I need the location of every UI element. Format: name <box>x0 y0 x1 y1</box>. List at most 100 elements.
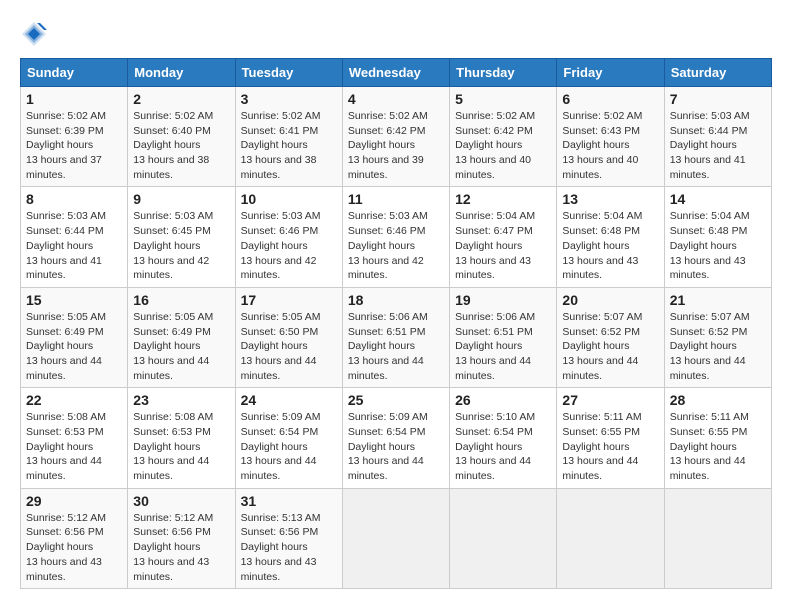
calendar-cell: 12 Sunrise: 5:04 AM Sunset: 6:47 PM Dayl… <box>450 187 557 287</box>
calendar-cell: 13 Sunrise: 5:04 AM Sunset: 6:48 PM Dayl… <box>557 187 664 287</box>
calendar-header-tuesday: Tuesday <box>235 59 342 87</box>
day-number: 7 <box>670 91 766 107</box>
day-info: Sunrise: 5:13 AM Sunset: 6:56 PM Dayligh… <box>241 511 337 584</box>
logo <box>20 20 52 48</box>
calendar-cell: 17 Sunrise: 5:05 AM Sunset: 6:50 PM Dayl… <box>235 287 342 387</box>
day-info: Sunrise: 5:04 AM Sunset: 6:48 PM Dayligh… <box>670 209 766 282</box>
day-info: Sunrise: 5:03 AM Sunset: 6:44 PM Dayligh… <box>670 109 766 182</box>
day-info: Sunrise: 5:05 AM Sunset: 6:49 PM Dayligh… <box>26 310 122 383</box>
calendar-cell: 10 Sunrise: 5:03 AM Sunset: 6:46 PM Dayl… <box>235 187 342 287</box>
day-number: 24 <box>241 392 337 408</box>
calendar-cell: 24 Sunrise: 5:09 AM Sunset: 6:54 PM Dayl… <box>235 388 342 488</box>
calendar-cell: 9 Sunrise: 5:03 AM Sunset: 6:45 PM Dayli… <box>128 187 235 287</box>
page-header <box>20 20 772 48</box>
day-number: 6 <box>562 91 658 107</box>
calendar-cell: 1 Sunrise: 5:02 AM Sunset: 6:39 PM Dayli… <box>21 87 128 187</box>
day-info: Sunrise: 5:11 AM Sunset: 6:55 PM Dayligh… <box>562 410 658 483</box>
calendar-header-wednesday: Wednesday <box>342 59 449 87</box>
day-number: 17 <box>241 292 337 308</box>
calendar-cell: 11 Sunrise: 5:03 AM Sunset: 6:46 PM Dayl… <box>342 187 449 287</box>
day-number: 31 <box>241 493 337 509</box>
day-number: 9 <box>133 191 229 207</box>
day-info: Sunrise: 5:11 AM Sunset: 6:55 PM Dayligh… <box>670 410 766 483</box>
day-info: Sunrise: 5:03 AM Sunset: 6:46 PM Dayligh… <box>241 209 337 282</box>
day-number: 21 <box>670 292 766 308</box>
day-info: Sunrise: 5:02 AM Sunset: 6:40 PM Dayligh… <box>133 109 229 182</box>
calendar-header-row: SundayMondayTuesdayWednesdayThursdayFrid… <box>21 59 772 87</box>
calendar-week-row: 1 Sunrise: 5:02 AM Sunset: 6:39 PM Dayli… <box>21 87 772 187</box>
calendar-week-row: 8 Sunrise: 5:03 AM Sunset: 6:44 PM Dayli… <box>21 187 772 287</box>
calendar-week-row: 15 Sunrise: 5:05 AM Sunset: 6:49 PM Dayl… <box>21 287 772 387</box>
calendar-cell: 18 Sunrise: 5:06 AM Sunset: 6:51 PM Dayl… <box>342 287 449 387</box>
calendar-header-friday: Friday <box>557 59 664 87</box>
calendar-cell: 14 Sunrise: 5:04 AM Sunset: 6:48 PM Dayl… <box>664 187 771 287</box>
day-info: Sunrise: 5:09 AM Sunset: 6:54 PM Dayligh… <box>348 410 444 483</box>
day-number: 3 <box>241 91 337 107</box>
day-number: 15 <box>26 292 122 308</box>
calendar-cell: 26 Sunrise: 5:10 AM Sunset: 6:54 PM Dayl… <box>450 388 557 488</box>
calendar-cell <box>342 488 449 588</box>
day-number: 14 <box>670 191 766 207</box>
day-info: Sunrise: 5:04 AM Sunset: 6:48 PM Dayligh… <box>562 209 658 282</box>
calendar-cell <box>557 488 664 588</box>
calendar-cell: 20 Sunrise: 5:07 AM Sunset: 6:52 PM Dayl… <box>557 287 664 387</box>
day-number: 25 <box>348 392 444 408</box>
calendar-cell: 30 Sunrise: 5:12 AM Sunset: 6:56 PM Dayl… <box>128 488 235 588</box>
day-number: 4 <box>348 91 444 107</box>
day-number: 18 <box>348 292 444 308</box>
calendar-cell: 25 Sunrise: 5:09 AM Sunset: 6:54 PM Dayl… <box>342 388 449 488</box>
day-info: Sunrise: 5:06 AM Sunset: 6:51 PM Dayligh… <box>348 310 444 383</box>
day-info: Sunrise: 5:12 AM Sunset: 6:56 PM Dayligh… <box>26 511 122 584</box>
calendar-week-row: 22 Sunrise: 5:08 AM Sunset: 6:53 PM Dayl… <box>21 388 772 488</box>
calendar-cell: 27 Sunrise: 5:11 AM Sunset: 6:55 PM Dayl… <box>557 388 664 488</box>
calendar-cell <box>450 488 557 588</box>
day-number: 29 <box>26 493 122 509</box>
calendar-cell: 15 Sunrise: 5:05 AM Sunset: 6:49 PM Dayl… <box>21 287 128 387</box>
calendar-cell: 2 Sunrise: 5:02 AM Sunset: 6:40 PM Dayli… <box>128 87 235 187</box>
calendar-table: SundayMondayTuesdayWednesdayThursdayFrid… <box>20 58 772 589</box>
calendar-cell: 28 Sunrise: 5:11 AM Sunset: 6:55 PM Dayl… <box>664 388 771 488</box>
calendar-cell <box>664 488 771 588</box>
calendar-cell: 19 Sunrise: 5:06 AM Sunset: 6:51 PM Dayl… <box>450 287 557 387</box>
day-number: 2 <box>133 91 229 107</box>
day-number: 19 <box>455 292 551 308</box>
calendar-cell: 21 Sunrise: 5:07 AM Sunset: 6:52 PM Dayl… <box>664 287 771 387</box>
calendar-cell: 8 Sunrise: 5:03 AM Sunset: 6:44 PM Dayli… <box>21 187 128 287</box>
day-number: 12 <box>455 191 551 207</box>
calendar-header-monday: Monday <box>128 59 235 87</box>
day-number: 30 <box>133 493 229 509</box>
day-info: Sunrise: 5:10 AM Sunset: 6:54 PM Dayligh… <box>455 410 551 483</box>
day-info: Sunrise: 5:07 AM Sunset: 6:52 PM Dayligh… <box>670 310 766 383</box>
calendar-cell: 3 Sunrise: 5:02 AM Sunset: 6:41 PM Dayli… <box>235 87 342 187</box>
day-number: 10 <box>241 191 337 207</box>
day-info: Sunrise: 5:09 AM Sunset: 6:54 PM Dayligh… <box>241 410 337 483</box>
day-info: Sunrise: 5:06 AM Sunset: 6:51 PM Dayligh… <box>455 310 551 383</box>
day-number: 23 <box>133 392 229 408</box>
calendar-cell: 29 Sunrise: 5:12 AM Sunset: 6:56 PM Dayl… <box>21 488 128 588</box>
day-info: Sunrise: 5:02 AM Sunset: 6:41 PM Dayligh… <box>241 109 337 182</box>
calendar-cell: 23 Sunrise: 5:08 AM Sunset: 6:53 PM Dayl… <box>128 388 235 488</box>
calendar-cell: 22 Sunrise: 5:08 AM Sunset: 6:53 PM Dayl… <box>21 388 128 488</box>
calendar-cell: 31 Sunrise: 5:13 AM Sunset: 6:56 PM Dayl… <box>235 488 342 588</box>
day-info: Sunrise: 5:05 AM Sunset: 6:50 PM Dayligh… <box>241 310 337 383</box>
calendar-cell: 5 Sunrise: 5:02 AM Sunset: 6:42 PM Dayli… <box>450 87 557 187</box>
day-info: Sunrise: 5:02 AM Sunset: 6:42 PM Dayligh… <box>348 109 444 182</box>
day-number: 22 <box>26 392 122 408</box>
calendar-header-thursday: Thursday <box>450 59 557 87</box>
calendar-cell: 16 Sunrise: 5:05 AM Sunset: 6:49 PM Dayl… <box>128 287 235 387</box>
calendar-week-row: 29 Sunrise: 5:12 AM Sunset: 6:56 PM Dayl… <box>21 488 772 588</box>
day-number: 8 <box>26 191 122 207</box>
calendar-header-sunday: Sunday <box>21 59 128 87</box>
calendar-cell: 7 Sunrise: 5:03 AM Sunset: 6:44 PM Dayli… <box>664 87 771 187</box>
calendar-cell: 4 Sunrise: 5:02 AM Sunset: 6:42 PM Dayli… <box>342 87 449 187</box>
logo-icon <box>20 20 48 48</box>
calendar-cell: 6 Sunrise: 5:02 AM Sunset: 6:43 PM Dayli… <box>557 87 664 187</box>
day-info: Sunrise: 5:04 AM Sunset: 6:47 PM Dayligh… <box>455 209 551 282</box>
day-info: Sunrise: 5:03 AM Sunset: 6:45 PM Dayligh… <box>133 209 229 282</box>
day-number: 16 <box>133 292 229 308</box>
day-info: Sunrise: 5:08 AM Sunset: 6:53 PM Dayligh… <box>26 410 122 483</box>
day-number: 1 <box>26 91 122 107</box>
day-info: Sunrise: 5:03 AM Sunset: 6:46 PM Dayligh… <box>348 209 444 282</box>
day-number: 5 <box>455 91 551 107</box>
day-number: 13 <box>562 191 658 207</box>
